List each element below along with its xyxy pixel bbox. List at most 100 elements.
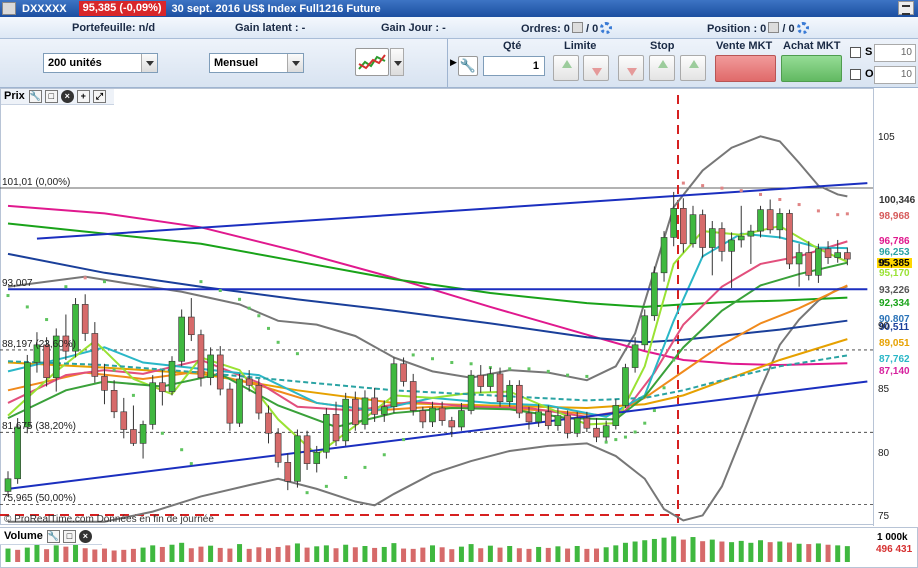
parabolic-sar-dot: [546, 369, 550, 373]
parabolic-sar-dot: [431, 357, 434, 361]
wrench-icon[interactable]: 🔧: [46, 529, 60, 543]
title-bar: DXXXXX 95,385 (-0,09%) 30 sept. 2016 US$…: [0, 0, 918, 17]
orders-status: Ordres: 0 / 0: [521, 22, 613, 35]
parabolic-sar-dot: [382, 453, 386, 457]
parabolic-sar-dot: [623, 435, 627, 439]
volume-bar: [304, 547, 310, 562]
trendline: [36, 182, 868, 240]
parabolic-sar-dot: [662, 386, 666, 390]
orders-total: / 0: [585, 23, 599, 35]
wrench-icon[interactable]: 🔧: [28, 89, 42, 103]
price-axis-tick: 105: [878, 131, 895, 143]
candle-down: [101, 376, 108, 391]
period-select[interactable]: Mensuel: [209, 53, 304, 73]
candle-up: [313, 451, 321, 464]
close-icon[interactable]: ×: [60, 89, 74, 103]
candle-up: [776, 213, 784, 231]
price-change-badge: 95,385 (-0,09%): [78, 1, 166, 16]
parabolic-sar-dot: [816, 209, 820, 213]
expand-icon[interactable]: ⤢: [92, 89, 106, 103]
volume-bar: [372, 547, 378, 562]
candle-down: [226, 388, 234, 424]
candle-down: [718, 228, 726, 252]
wrench-icon[interactable]: 🔧: [458, 56, 478, 76]
close-icon[interactable]: ×: [78, 529, 92, 543]
volume-bar: [198, 546, 204, 562]
candle-down: [593, 427, 600, 438]
volume-bar: [825, 544, 831, 562]
parabolic-sar-dot: [83, 276, 87, 280]
parabolic-sar-dot: [681, 181, 685, 185]
collapse-panel-icon[interactable]: ▶: [450, 57, 457, 68]
orders-detail-icon[interactable]: [571, 22, 583, 33]
candle-up: [631, 344, 639, 368]
stop-limit-button[interactable]: [680, 55, 706, 81]
chart-type-dropdown[interactable]: [390, 48, 404, 76]
o-checkbox[interactable]: [850, 69, 861, 80]
stop-sell-button[interactable]: [618, 55, 644, 81]
maximize-icon[interactable]: □: [44, 89, 58, 103]
volume-bar: [140, 547, 146, 562]
volume-bar: [237, 544, 243, 562]
candle-up: [651, 272, 658, 317]
volume-bar: [352, 547, 358, 562]
s-value-field[interactable]: 10: [874, 44, 916, 62]
position-count: Position : 0: [707, 23, 767, 35]
position-settings-icon[interactable]: [796, 22, 809, 34]
price-axis-tag: 87,762: [877, 354, 912, 365]
sell-market-label: Vente MKT: [716, 40, 773, 52]
quantity-input[interactable]: 1: [483, 56, 545, 76]
volume-bar: [44, 549, 50, 562]
add-indicator-icon[interactable]: +: [76, 89, 90, 103]
volume-bar: [159, 546, 165, 562]
orders-settings-icon[interactable]: [600, 22, 613, 34]
window-menu-icon[interactable]: [898, 1, 914, 15]
position-status: Position : 0 / 0: [707, 22, 809, 35]
sell-market-button[interactable]: [715, 55, 776, 82]
volume-bar: [188, 548, 194, 562]
s-checkbox[interactable]: [850, 47, 861, 58]
volume-bar: [748, 542, 754, 562]
volume-bar: [265, 548, 271, 562]
parabolic-sar-dot: [25, 305, 29, 309]
parabolic-sar-dot: [652, 409, 656, 413]
parabolic-sar-dot: [305, 491, 309, 495]
volume-bar: [362, 546, 368, 562]
parabolic-sar-dot: [6, 294, 10, 298]
volume-bar: [34, 544, 40, 562]
price-axis-tag: 92,334: [877, 298, 912, 309]
parabolic-sar-dot: [450, 361, 454, 365]
limit-buy-button[interactable]: [553, 55, 579, 81]
volume-bar: [603, 547, 609, 562]
volume-bar: [478, 548, 484, 562]
trendline: [7, 380, 868, 490]
candle-down: [81, 304, 89, 334]
candle-up: [612, 405, 620, 426]
parabolic-sar-dot: [739, 189, 743, 193]
price-axis-tag: 98,968: [877, 211, 912, 222]
volume-bar: [796, 543, 802, 562]
volume-bar: [5, 548, 11, 562]
volume-bar: [458, 546, 464, 562]
parabolic-sar-dot: [363, 465, 367, 469]
chart-type-button[interactable]: [355, 48, 389, 76]
candle-up: [14, 426, 21, 480]
daily-gain-label: Gain Jour : -: [381, 22, 446, 34]
candle-up: [4, 478, 12, 492]
position-detail-icon[interactable]: [768, 22, 780, 33]
buy-market-button[interactable]: [781, 55, 842, 82]
limit-sell-button[interactable]: [583, 55, 609, 81]
parabolic-sar-dot: [566, 373, 570, 377]
units-select[interactable]: 200 unités: [43, 53, 158, 73]
volume-bar: [844, 546, 850, 562]
o-value-field[interactable]: 10: [874, 66, 916, 84]
price-axis-tag: 87,140: [877, 366, 912, 377]
stop-buy-button[interactable]: [649, 55, 675, 81]
candle-down: [130, 429, 137, 444]
o-label: O: [865, 68, 874, 80]
maximize-icon[interactable]: □: [62, 529, 76, 543]
volume-bar: [661, 537, 667, 562]
candle-up: [670, 208, 677, 238]
candle-up: [139, 424, 147, 444]
orders-count: Ordres: 0: [521, 23, 570, 35]
